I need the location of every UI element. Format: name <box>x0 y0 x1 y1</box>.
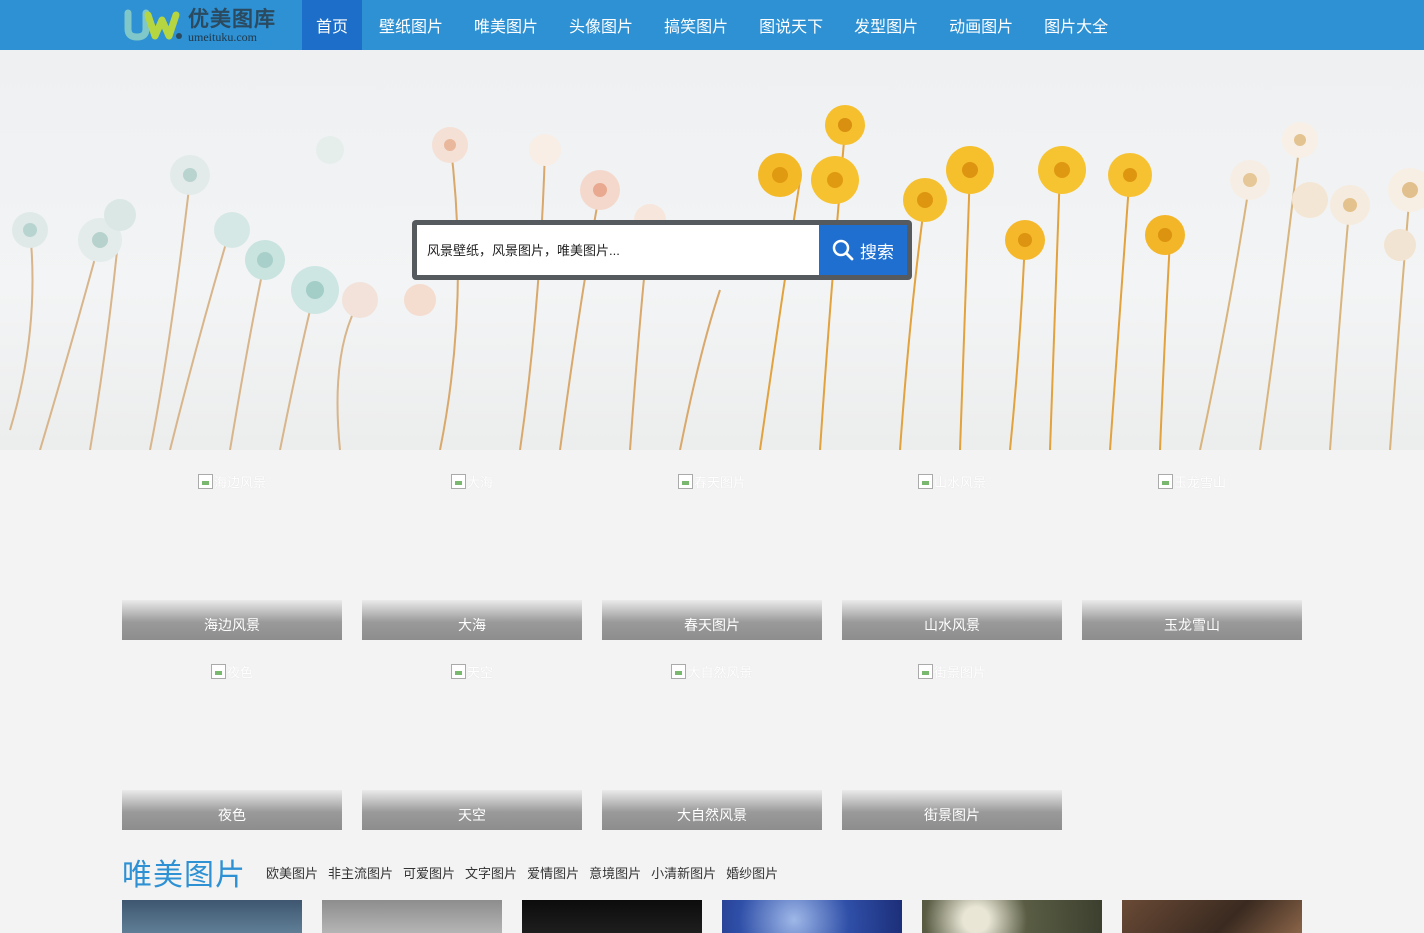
sub-link[interactable]: 非主流图片 <box>328 863 393 882</box>
search-button-label: 搜索 <box>860 242 894 262</box>
logo-title: 优美图库 <box>188 5 276 31</box>
image-alt-text: 大自然风景 <box>687 664 753 680</box>
hero-banner: 搜索 <box>0 50 1424 450</box>
broken-image-icon <box>917 473 933 489</box>
category-card[interactable]: 大海 大海 <box>362 450 582 640</box>
broken-image-icon <box>671 663 687 679</box>
image-alt-text: 天空 <box>466 664 493 680</box>
image-alt-text: 玉龙雪山 <box>1173 474 1226 490</box>
nav-item-funny[interactable]: 搞笑图片 <box>650 0 742 50</box>
thumbnail-image[interactable] <box>922 900 1102 933</box>
search-button[interactable]: 搜索 <box>819 225 907 275</box>
section-sub-links: 欧美图片 非主流图片 可爱图片 文字图片 爱情图片 意境图片 小清新图片 婚纱图… <box>266 863 788 882</box>
category-label[interactable]: 街景图片 <box>842 790 1062 830</box>
broken-image-icon <box>917 663 933 679</box>
category-card[interactable]: 玉龙雪山 玉龙雪山 <box>1082 450 1302 640</box>
image-alt-text: 夜色 <box>226 664 253 680</box>
category-card[interactable]: 街景图片 街景图片 <box>842 640 1062 830</box>
sub-link[interactable]: 意境图片 <box>589 863 641 882</box>
image-alt-text: 海边风景 <box>213 474 266 490</box>
category-card[interactable]: 山水风景 山水风景 <box>842 450 1062 640</box>
category-label[interactable]: 山水风景 <box>842 600 1062 640</box>
broken-image: 春天图片 <box>602 472 822 490</box>
broken-image-icon <box>677 473 693 489</box>
category-label[interactable]: 夜色 <box>122 790 342 830</box>
thumbnail-image[interactable] <box>122 900 302 933</box>
broken-image: 海边风景 <box>122 472 342 490</box>
category-card[interactable]: 天空 天空 <box>362 640 582 830</box>
category-label[interactable]: 大自然风景 <box>602 790 822 830</box>
category-label[interactable]: 玉龙雪山 <box>1082 600 1302 640</box>
category-label[interactable]: 海边风景 <box>122 600 342 640</box>
search-bar: 搜索 <box>412 220 912 280</box>
section-title[interactable]: 唯美图片 <box>122 850 246 894</box>
logo-mark-icon <box>122 5 184 45</box>
category-card[interactable]: 夜色 夜色 <box>122 640 342 830</box>
category-label[interactable]: 大海 <box>362 600 582 640</box>
category-label[interactable]: 天空 <box>362 790 582 830</box>
image-alt-text: 街景图片 <box>933 664 986 680</box>
nav-item-home[interactable]: 首页 <box>302 0 363 50</box>
thumbnail-image[interactable] <box>722 900 902 933</box>
nav-item-animation[interactable]: 动画图片 <box>935 0 1027 50</box>
logo-domain: umeituku.com <box>188 29 257 44</box>
broken-image: 玉龙雪山 <box>1082 472 1302 490</box>
category-card[interactable]: 大自然风景 大自然风景 <box>602 640 822 830</box>
broken-image: 街景图片 <box>842 662 1062 680</box>
broken-image-icon <box>210 663 226 679</box>
sub-link[interactable]: 欧美图片 <box>266 863 318 882</box>
broken-image: 大自然风景 <box>602 662 822 680</box>
category-card[interactable]: 春天图片 春天图片 <box>602 450 822 640</box>
nav-item-avatar[interactable]: 头像图片 <box>555 0 647 50</box>
broken-image-icon <box>1157 473 1173 489</box>
sub-link[interactable]: 可爱图片 <box>403 863 455 882</box>
sub-link[interactable]: 爱情图片 <box>527 863 579 882</box>
section-thumbnails <box>122 900 1302 933</box>
category-label[interactable]: 春天图片 <box>602 600 822 640</box>
broken-image-icon <box>450 473 466 489</box>
broken-image-icon <box>197 473 213 489</box>
top-navbar: 优美图库 umeituku.com 首页 壁纸图片 唯美图片 头像图片 搞笑图片… <box>0 0 1424 50</box>
image-alt-text: 春天图片 <box>693 474 746 490</box>
broken-image: 天空 <box>362 662 582 680</box>
image-alt-text: 山水风景 <box>933 474 986 490</box>
broken-image: 夜色 <box>122 662 342 680</box>
sub-link[interactable]: 小清新图片 <box>651 863 716 882</box>
site-logo[interactable]: 优美图库 umeituku.com <box>122 0 302 50</box>
search-icon <box>832 239 854 261</box>
thumbnail-image[interactable] <box>1122 900 1302 933</box>
nav-item-all[interactable]: 图片大全 <box>1030 0 1122 50</box>
nav-item-world[interactable]: 图说天下 <box>745 0 837 50</box>
thumbnail-image[interactable] <box>522 900 702 933</box>
image-alt-text: 大海 <box>466 474 493 490</box>
thumbnail-image[interactable] <box>322 900 502 933</box>
search-input[interactable] <box>417 225 819 275</box>
nav-item-aesthetic[interactable]: 唯美图片 <box>460 0 552 50</box>
broken-image: 大海 <box>362 472 582 490</box>
main-nav: 首页 壁纸图片 唯美图片 头像图片 搞笑图片 图说天下 发型图片 动画图片 图片… <box>302 0 1125 50</box>
category-card[interactable]: 海边风景 海边风景 <box>122 450 342 640</box>
sub-link[interactable]: 文字图片 <box>465 863 517 882</box>
nav-item-wallpaper[interactable]: 壁纸图片 <box>365 0 457 50</box>
section-header: 唯美图片 欧美图片 非主流图片 可爱图片 文字图片 爱情图片 意境图片 小清新图… <box>122 850 788 894</box>
broken-image: 山水风景 <box>842 472 1062 490</box>
broken-image-icon <box>450 663 466 679</box>
sub-link[interactable]: 婚纱图片 <box>726 863 778 882</box>
nav-item-hairstyle[interactable]: 发型图片 <box>840 0 932 50</box>
